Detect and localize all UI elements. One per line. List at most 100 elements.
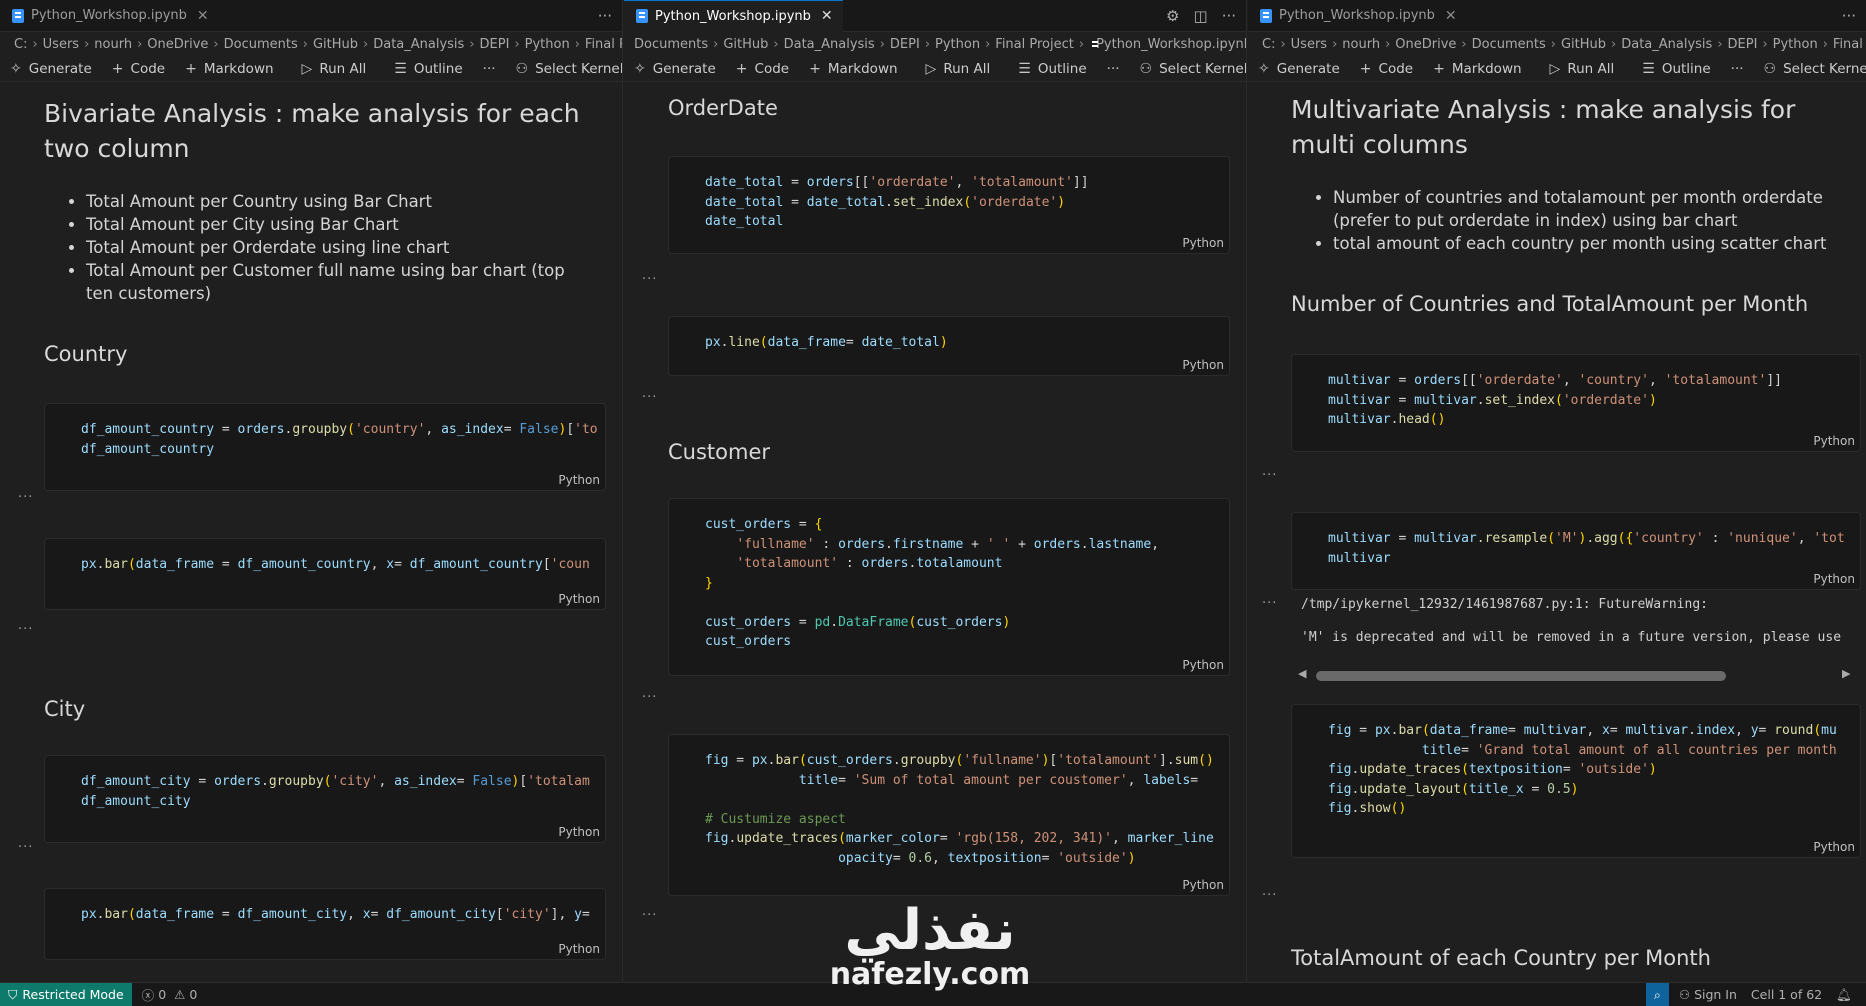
breadcrumb-item[interactable]: OneDrive <box>1395 37 1456 52</box>
cell-position[interactable]: Cell 1 of 62 <box>1751 987 1822 1002</box>
breadcrumb-item[interactable]: GitHub <box>723 37 768 52</box>
bell-icon[interactable]: 🔔︎ <box>1836 987 1852 1003</box>
breadcrumb-item[interactable]: Python <box>1773 37 1818 52</box>
code-cell[interactable]: px.bar(data_frame = df_amount_city, x= d… <box>44 888 606 960</box>
code-cell[interactable]: fig = px.bar(cust_orders.groupby('fullna… <box>668 734 1230 896</box>
breadcrumb-item[interactable]: DEPI <box>480 37 510 52</box>
run-all-button[interactable]: ▷ Run All <box>1550 61 1615 77</box>
select-kernel-button[interactable]: ⚇ Select Kernel <box>1140 61 1246 77</box>
close-icon[interactable]: ✕ <box>821 8 833 24</box>
close-icon[interactable]: ✕ <box>197 8 209 24</box>
breadcrumb-item[interactable]: C: <box>1262 37 1275 52</box>
breadcrumb-item[interactable]: Final Proj <box>1833 37 1866 52</box>
cell-toolbar-more[interactable]: ··· <box>642 272 657 287</box>
close-icon[interactable]: ✕ <box>1445 8 1457 24</box>
add-code-button[interactable]: + Code <box>1360 61 1413 77</box>
cell-language[interactable]: Python <box>558 473 600 487</box>
add-code-button[interactable]: + Code <box>736 61 789 77</box>
breadcrumb-item[interactable]: nourh <box>1342 37 1380 52</box>
gear-icon[interactable]: ⚙ <box>1166 7 1179 25</box>
code-cell[interactable]: date_total = orders[['orderdate', 'total… <box>668 156 1230 254</box>
cell-toolbar-more[interactable]: ··· <box>18 490 33 505</box>
select-kernel-button[interactable]: ⚇ Select Kernel <box>516 61 622 77</box>
cell-toolbar-more[interactable]: ··· <box>18 840 33 855</box>
code-cell[interactable]: multivar = multivar.resample('M').agg({'… <box>1291 512 1861 590</box>
tab-notebook[interactable]: Python_Workshop.ipynb ✕ <box>624 0 843 32</box>
breadcrumb-item[interactable]: OneDrive <box>147 37 208 52</box>
breadcrumb-item[interactable]: Documents <box>634 37 708 52</box>
run-all-button[interactable]: ▷ Run All <box>926 61 991 77</box>
code-cell[interactable]: px.bar(data_frame = df_amount_country, x… <box>44 538 606 610</box>
select-kernel-button[interactable]: ⚇ Select Kernel <box>1764 61 1866 77</box>
code-cell[interactable]: fig = px.bar(data_frame= multivar, x= mu… <box>1291 704 1861 858</box>
code-editor[interactable]: fig = px.bar(cust_orders.groupby('fullna… <box>669 735 1229 868</box>
split-editor-icon[interactable]: ◫ <box>1194 7 1208 25</box>
breadcrumb-item[interactable]: Final Project <box>995 37 1074 52</box>
more-actions-icon[interactable]: ··· <box>598 7 612 25</box>
generate-button[interactable]: ✧ Generate <box>10 61 92 77</box>
code-editor[interactable]: px.line(data_frame= date_total) <box>669 317 1229 353</box>
breadcrumb-item[interactable]: DEPI <box>1728 37 1758 52</box>
tab-notebook[interactable]: Python_Workshop.ipynb ✕ <box>0 0 219 32</box>
breadcrumb-item[interactable]: Python_Workshop.ipynb <box>1096 37 1246 52</box>
toolbar-more-button[interactable]: ··· <box>483 61 496 77</box>
code-editor[interactable]: date_total = orders[['orderdate', 'total… <box>669 157 1229 232</box>
restricted-mode-badge[interactable]: ⛉ Restricted Mode <box>0 982 132 1006</box>
code-editor[interactable]: multivar = orders[['orderdate', 'country… <box>1292 355 1860 430</box>
code-editor[interactable]: px.bar(data_frame = df_amount_country, x… <box>45 539 605 575</box>
code-editor[interactable]: cust_orders = { 'fullname' : orders.firs… <box>669 499 1229 652</box>
breadcrumb-item[interactable]: Python <box>525 37 570 52</box>
code-editor[interactable]: df_amount_city = orders.groupby('city', … <box>45 756 605 811</box>
run-all-button[interactable]: ▷ Run All <box>302 61 367 77</box>
cell-language[interactable]: Python <box>1813 434 1855 448</box>
outline-button[interactable]: ☰ Outline <box>394 61 462 77</box>
more-actions-icon[interactable]: ··· <box>1842 7 1856 25</box>
breadcrumb-item[interactable]: GitHub <box>313 37 358 52</box>
outline-button[interactable]: ☰ Outline <box>1018 61 1086 77</box>
cell-language[interactable]: Python <box>558 592 600 606</box>
cell-toolbar-more[interactable]: ··· <box>1262 888 1277 903</box>
cell-language[interactable]: Python <box>558 825 600 839</box>
code-cell[interactable]: df_amount_city = orders.groupby('city', … <box>44 755 606 843</box>
code-editor[interactable]: px.bar(data_frame = df_amount_city, x= d… <box>45 889 605 925</box>
cell-toolbar-more[interactable]: ··· <box>642 908 657 923</box>
breadcrumb-item[interactable]: Data_Analysis <box>784 37 875 52</box>
add-markdown-button[interactable]: + Markdown <box>185 61 273 77</box>
code-editor[interactable]: multivar = multivar.resample('M').agg({'… <box>1292 513 1860 568</box>
breadcrumb-item[interactable]: Data_Analysis <box>373 37 464 52</box>
cell-toolbar-more[interactable]: ··· <box>642 390 657 405</box>
cell-language[interactable]: Python <box>1182 236 1224 250</box>
cell-toolbar-more[interactable]: ··· <box>642 690 657 705</box>
cell-toolbar-more[interactable]: ··· <box>1262 596 1277 611</box>
tab-notebook[interactable]: Python_Workshop.ipynb ✕ <box>1248 0 1467 32</box>
generate-button[interactable]: ✧ Generate <box>634 61 716 77</box>
code-editor[interactable]: fig = px.bar(data_frame= multivar, x= mu… <box>1292 705 1860 819</box>
cell-toolbar-more[interactable]: ··· <box>18 622 33 637</box>
generate-button[interactable]: ✧ Generate <box>1258 61 1340 77</box>
breadcrumb-item[interactable]: DEPI <box>890 37 920 52</box>
cell-language[interactable]: Python <box>558 942 600 956</box>
zoom-indicator[interactable]: ⌕ <box>1645 982 1669 1006</box>
code-cell[interactable]: px.line(data_frame= date_total) Python <box>668 316 1230 376</box>
add-code-button[interactable]: + Code <box>112 61 165 77</box>
output-scrollbar[interactable] <box>1316 671 1726 681</box>
cell-language[interactable]: Python <box>1182 658 1224 672</box>
code-editor[interactable]: df_amount_country = orders.groupby('coun… <box>45 404 605 459</box>
breadcrumb-item[interactable]: nourh <box>94 37 132 52</box>
breadcrumb-item[interactable]: Python <box>935 37 980 52</box>
cell-toolbar-more[interactable]: ··· <box>1262 468 1277 483</box>
cell-language[interactable]: Python <box>1182 878 1224 892</box>
cell-language[interactable]: Python <box>1813 840 1855 854</box>
code-cell[interactable]: df_amount_country = orders.groupby('coun… <box>44 403 606 491</box>
breadcrumb-item[interactable]: Users <box>1291 37 1327 52</box>
cell-language[interactable]: Python <box>1813 572 1855 586</box>
code-cell[interactable]: multivar = orders[['orderdate', 'country… <box>1291 354 1861 452</box>
breadcrumb-item[interactable]: Documents <box>1472 37 1546 52</box>
scroll-right-icon[interactable]: ▶ <box>1842 667 1850 680</box>
problems-indicator[interactable]: ⓧ 0 ⚠ 0 <box>142 985 198 1004</box>
scroll-left-icon[interactable]: ◀ <box>1298 667 1306 680</box>
breadcrumb-item[interactable]: GitHub <box>1561 37 1606 52</box>
breadcrumb-item[interactable]: Users <box>43 37 79 52</box>
cell-language[interactable]: Python <box>1182 358 1224 372</box>
add-markdown-button[interactable]: + Markdown <box>809 61 897 77</box>
